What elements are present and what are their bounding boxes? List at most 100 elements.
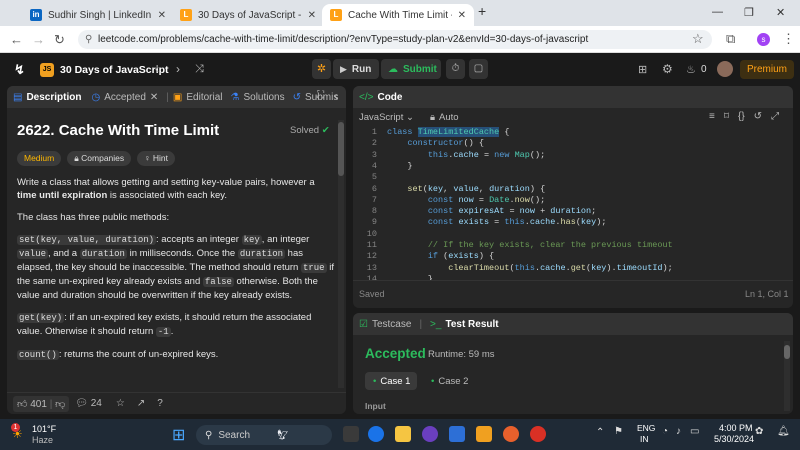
browser-tab-cache[interactable]: L Cache With Time Limit - LeetCo ✕ [322,4,474,26]
close-icon[interactable]: ✕ [158,10,166,21]
minimize-icon[interactable]: — [712,6,723,18]
hint-tag[interactable]: ♀ Hint [137,151,176,166]
file-explorer-icon[interactable] [395,426,411,442]
notes-icon[interactable]: ▢ [469,59,488,79]
site-info-icon[interactable]: ⚲ [85,30,92,49]
firefox-icon[interactable] [503,426,519,442]
window-close-icon[interactable]: ✕ [776,6,785,19]
language-select[interactable]: JavaScript ⌄ [359,112,414,123]
bookmark-icon[interactable]: ⌑ [724,111,729,122]
shuffle-icon[interactable]: ⤨ [195,63,204,76]
thumbs-down-icon[interactable]: 👎︎ [55,399,65,410]
profile-avatar[interactable]: s [757,33,770,46]
close-icon[interactable]: ✕ [308,10,316,21]
code-text: this.cache = new Map(); [427,149,546,160]
debug-icon[interactable]: ✲ [312,59,331,79]
extensions-icon[interactable]: ⧉ [726,31,735,47]
volume-icon[interactable]: ♪ [676,426,681,437]
browser-tab-linkedin[interactable]: in Sudhir Singh | LinkedIn ✕ [22,4,174,26]
user-avatar[interactable] [717,61,733,77]
task-view-icon[interactable] [343,426,359,442]
language-indicator[interactable]: ENG [637,423,655,433]
code-editor[interactable]: 1 class TimeLimitedCache {2 constructor()… [353,126,785,280]
url-input[interactable]: ⚲ leetcode.com/problems/cache-with-time-… [78,30,712,49]
run-button[interactable]: ▶ Run [333,59,379,79]
code-text: } [387,160,413,171]
paragraph-intro: Write a class that allows getting and se… [17,177,315,201]
clock-time[interactable]: 4:00 PM [719,423,753,433]
prev-problem-icon[interactable]: ‹ [155,62,159,76]
streak-count: 0 [701,64,707,75]
linkedin-icon: in [30,9,42,21]
collapse-chevron-icon[interactable]: ‹ [334,89,338,103]
tab-test-result[interactable]: Test Result [445,319,498,330]
taskbar-search[interactable]: ⚲ Search 🦅︎ [196,425,332,445]
study-plan-title[interactable]: 30 Days of JavaScript [60,64,169,76]
lightbulb-icon: ♀ [144,153,151,163]
leetcode-logo-icon[interactable]: ↯ [14,62,25,78]
star-icon[interactable]: ☆ [116,398,125,409]
sublime-icon[interactable] [476,426,492,442]
temperature: 101°F [32,424,57,434]
store-icon[interactable] [449,426,465,442]
case-2-tab[interactable]: • Case 2 [423,372,475,390]
result-scrollbar[interactable] [784,341,790,411]
menu-icon[interactable]: ⋮ [782,31,795,47]
reset-icon[interactable]: ↺ [754,111,762,122]
tab-description[interactable]: Description [26,92,81,103]
problem-description: Write a class that allows getting and se… [17,176,335,371]
companies-tag[interactable]: 🔒︎ Companies [67,151,132,166]
tray-overflow-icon[interactable]: ⌃ [596,427,604,438]
maximize-icon[interactable]: ⤢ [771,111,779,122]
cursor-position: Ln 1, Col 1 [745,289,789,299]
copilot-icon[interactable]: ✿ [755,426,763,437]
braces-icon[interactable]: {} [738,111,745,122]
chrome-icon[interactable] [530,426,546,442]
settings-gear-icon[interactable]: ⚙ [662,62,673,76]
scrollbar-thumb[interactable] [338,122,344,176]
auto-mode[interactable]: Auto [439,112,459,123]
wifi-icon[interactable]: ◔ [662,426,668,437]
tab-editorial[interactable]: Editorial [186,92,222,103]
premium-button[interactable]: Premium [740,60,794,79]
reload-icon[interactable]: ↻ [54,32,65,48]
problem-title: 2622. Cache With Time Limit [17,122,220,139]
back-icon[interactable]: ← [10,32,23,47]
app-icon[interactable] [422,426,438,442]
close-icon[interactable]: ✕ [458,10,466,21]
help-icon[interactable]: ? [157,398,163,409]
new-tab-button[interactable]: + [478,3,486,19]
tray-app-icon[interactable]: ⚑ [614,426,623,437]
notifications-icon[interactable]: 🔔︎ [777,426,790,437]
chevron-down-icon: ⌄ [406,112,414,123]
tab-testcase[interactable]: Testcase [372,319,411,330]
share-icon[interactable]: ↗ [137,398,145,409]
description-scrollbar[interactable] [338,120,344,388]
case-1-tab[interactable]: • Case 1 [365,372,417,390]
difficulty-badge: Medium [17,151,62,166]
browser-tab-study-plan[interactable]: L 30 Days of JavaScript - Study Pl ✕ [172,4,324,26]
windows-start-icon[interactable]: ⊞ [172,425,185,445]
expand-icon[interactable]: ⛶ [317,90,324,101]
timer-icon[interactable]: ⏱ [446,59,465,79]
tab-solutions[interactable]: Solutions [243,92,284,103]
tab-accepted[interactable]: Accepted [104,92,146,103]
search-icon: ⚲ [205,429,213,441]
lock-icon: 🔒︎ [429,112,436,123]
test-result-panel: ☑ Testcase | >_ Test Result Accepted Run… [353,313,793,414]
forward-icon[interactable]: → [32,32,45,47]
battery-icon[interactable]: ▭ [690,426,699,437]
close-icon[interactable]: ✕ [150,92,158,103]
maximize-icon[interactable]: ❐ [744,6,754,19]
edge-icon[interactable] [368,426,384,442]
comment-button[interactable]: 💬︎ 24 [75,398,102,409]
next-problem-icon[interactable]: › [176,62,180,76]
streak-flame-icon[interactable]: ♨ [686,63,696,76]
format-icon[interactable]: ≡ [709,111,715,122]
lock-icon: 🔒︎ [74,153,79,163]
bookmark-star-icon[interactable]: ☆ [692,31,704,47]
layout-grid-icon[interactable]: ⊞ [638,63,647,76]
code-header: </> Code [353,86,793,108]
submit-button[interactable]: ☁ Submit [381,59,441,79]
like-button[interactable]: 👍︎ 401 | 👎︎ [13,395,70,412]
